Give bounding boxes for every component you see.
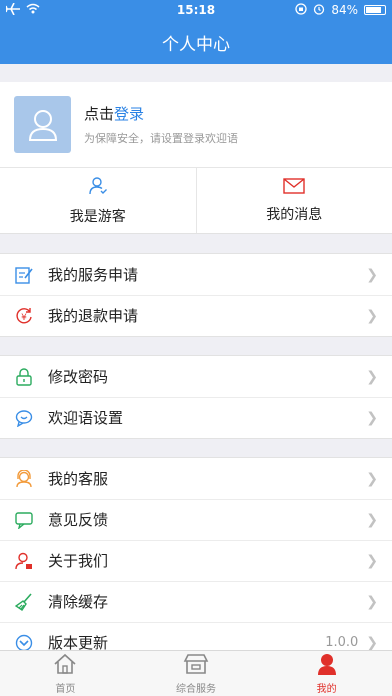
menu-group-security: 修改密码 ❯ 欢迎语设置 ❯ <box>0 355 392 439</box>
chevron-right-icon: ❯ <box>366 634 378 651</box>
guest-button[interactable]: 我是游客 <box>0 168 196 233</box>
menu-item-change-password[interactable]: 修改密码 ❯ <box>0 356 392 397</box>
about-us-icon <box>14 551 34 571</box>
airplane-icon <box>5 2 20 18</box>
tab-label: 首页 <box>55 683 76 695</box>
guest-icon <box>88 176 108 200</box>
messages-button[interactable]: 我的消息 <box>195 168 392 233</box>
menu-label: 欢迎语设置 <box>48 409 124 427</box>
chevron-right-icon: ❯ <box>366 307 378 324</box>
guest-label: 我是游客 <box>69 208 126 225</box>
menu-item-service-application[interactable]: 我的服务申请 ❯ <box>0 254 392 295</box>
login-link[interactable]: 登录 <box>114 105 144 123</box>
chevron-right-icon: ❯ <box>366 409 378 426</box>
battery-icon <box>364 5 386 15</box>
svg-text:¥: ¥ <box>21 313 27 323</box>
menu-item-customer-service[interactable]: 我的客服 ❯ <box>0 458 392 499</box>
alarm-icon <box>313 3 325 18</box>
menu-group-applications: 我的服务申请 ❯ ¥ 我的退款申请 ❯ <box>0 253 392 337</box>
menu-label: 我的客服 <box>48 470 109 488</box>
menu-item-about-us[interactable]: 关于我们 ❯ <box>0 540 392 581</box>
page-title: 个人中心 <box>162 34 230 55</box>
tab-mine[interactable]: 我的 <box>261 651 392 696</box>
tab-services[interactable]: 综合服务 <box>131 651 262 696</box>
home-icon <box>53 653 77 678</box>
status-time: 15:18 <box>176 3 216 17</box>
chevron-right-icon: ❯ <box>366 470 378 487</box>
menu-label: 我的退款申请 <box>48 307 139 325</box>
avatar[interactable] <box>14 96 71 153</box>
version-value: 1.0.0 <box>325 635 359 650</box>
tab-bar: 首页 综合服务 我的 <box>0 650 392 696</box>
rotation-lock-icon <box>295 2 307 18</box>
customer-service-icon <box>14 469 34 489</box>
menu-group-support: 我的客服 ❯ 意见反馈 ❯ 关于我们 ❯ 清除缓存 ❯ 版本更新 1.0.0 ❯ <box>0 457 392 664</box>
nav-bar: 个人中心 <box>0 20 392 64</box>
menu-label: 关于我们 <box>48 552 109 570</box>
menu-item-refund-application[interactable]: ¥ 我的退款申请 ❯ <box>0 295 392 336</box>
quick-actions: 我是游客 我的消息 <box>0 168 392 234</box>
chat-bubble-icon <box>14 408 34 428</box>
feedback-icon <box>14 510 34 530</box>
chevron-right-icon: ❯ <box>366 552 378 569</box>
menu-label: 我的服务申请 <box>48 266 139 284</box>
lock-icon <box>14 367 34 387</box>
menu-item-clear-cache[interactable]: 清除缓存 ❯ <box>0 581 392 622</box>
menu-label: 意见反馈 <box>48 511 109 529</box>
menu-label: 修改密码 <box>48 368 109 386</box>
mail-icon <box>283 177 305 198</box>
edit-form-icon <box>14 265 34 285</box>
menu-item-welcome-settings[interactable]: 欢迎语设置 ❯ <box>0 397 392 438</box>
menu-label: 清除缓存 <box>48 593 109 611</box>
battery-percent: 84% <box>331 3 358 17</box>
yen-refund-icon: ¥ <box>14 306 34 326</box>
tab-label: 综合服务 <box>176 683 216 695</box>
chevron-right-icon: ❯ <box>366 511 378 528</box>
profile-subtitle: 为保障安全，请设置登录欢迎语 <box>84 132 238 145</box>
store-icon <box>183 653 209 678</box>
chevron-right-icon: ❯ <box>366 368 378 385</box>
status-bar: 15:18 84% <box>0 0 392 20</box>
login-prompt: 点击 <box>84 105 115 123</box>
tab-label: 我的 <box>316 683 337 695</box>
wifi-icon <box>26 3 40 17</box>
broom-icon <box>14 592 34 612</box>
profile-card[interactable]: 点击登录 为保障安全，请设置登录欢迎语 <box>0 82 392 168</box>
messages-label: 我的消息 <box>266 206 323 223</box>
user-placeholder-icon <box>28 109 57 141</box>
chevron-right-icon: ❯ <box>366 593 378 610</box>
person-icon <box>315 653 339 678</box>
tab-home[interactable]: 首页 <box>0 651 131 696</box>
menu-item-feedback[interactable]: 意见反馈 ❯ <box>0 499 392 540</box>
chevron-right-icon: ❯ <box>366 266 378 283</box>
